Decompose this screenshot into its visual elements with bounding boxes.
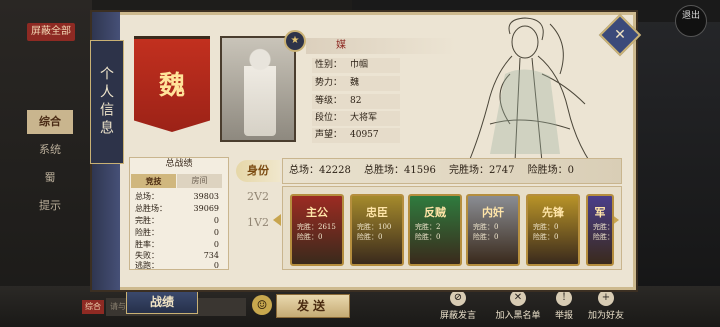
stat-row: 总胜场： 39069	[135, 204, 219, 213]
info-level: 等级： 82	[312, 94, 400, 109]
role-card[interactable]: 内奸完胜：0 险胜：0	[466, 194, 520, 266]
role-card-full-wins: 完胜：0	[593, 223, 614, 231]
exit-button[interactable]: 退出	[675, 5, 707, 37]
role-card-narrow-wins: 险胜：0	[297, 233, 323, 241]
summary-narrow-wins: 险胜场：0	[527, 165, 575, 176]
role-card-narrow-wins: 险胜：0	[533, 233, 559, 241]
role-card-full-wins: 完胜：0	[473, 223, 499, 231]
stat-row: 完胜： 0	[135, 216, 219, 225]
role-card-full-wins: 完胜：2615	[297, 223, 336, 231]
role-card-name: 主公	[306, 206, 328, 219]
role-card[interactable]: 先锋完胜：0 险胜：0	[526, 194, 580, 266]
info-prestige: 声望： 40957	[312, 128, 400, 143]
role-card-name: 内奸	[482, 206, 504, 219]
report-icon: !	[556, 290, 572, 306]
info-rank: 段位： 大将军	[312, 111, 400, 126]
role-card-narrow-wins: 险胜：0	[415, 233, 441, 241]
role-card-narrow-wins: 险胜：0	[593, 233, 614, 241]
hero-illustration	[469, 17, 591, 163]
panel-title: 个人信息	[90, 40, 124, 164]
record-button[interactable]: 战绩	[126, 290, 198, 314]
chat-tab-general[interactable]: 综合	[27, 110, 73, 134]
info-gender: 性别： 巾帼	[312, 58, 400, 73]
stat-row: 逃跑： 0	[135, 261, 219, 270]
role-card-narrow-wins: 险胜：0	[357, 233, 383, 241]
role-card-full-wins: 完胜：0	[533, 223, 559, 231]
background-left-panel	[0, 0, 92, 327]
stat-row: 胜率： 0	[135, 240, 219, 249]
summary-full-wins: 完胜场：2747	[449, 165, 515, 176]
role-card[interactable]: 忠臣完胜：100 险胜：0	[350, 194, 404, 266]
add-friend-icon: +	[598, 290, 614, 306]
chat-channel-tag[interactable]: 综合	[82, 300, 104, 314]
role-card-name: 反贼	[424, 206, 446, 219]
info-faction: 势力：魏	[312, 76, 400, 91]
block-icon: ⊘	[450, 290, 466, 306]
tab-competitive[interactable]: 竞技	[131, 174, 176, 188]
background-right-panel	[636, 0, 720, 327]
role-card-name: 忠臣	[366, 206, 388, 219]
avatar-portrait[interactable]	[220, 36, 296, 142]
block-speech-action[interactable]: ⊘ 屏蔽发言	[428, 290, 488, 324]
stat-row: 险胜： 0	[135, 228, 219, 237]
role-card[interactable]: 军完胜：0 险胜：0	[586, 194, 614, 266]
portrait-figure	[244, 46, 276, 136]
block-all-button[interactable]: 屏蔽全部	[27, 23, 75, 41]
faction-banner: 魏	[134, 36, 210, 132]
player-name: 媒	[306, 38, 456, 54]
blacklist-icon: ✕	[510, 290, 526, 306]
summary-wins: 总胜场：41596	[364, 165, 436, 176]
role-card-name: 军	[594, 206, 606, 219]
emoji-button[interactable]: ☺	[252, 295, 272, 315]
scroll-left-arrow-icon[interactable]	[273, 214, 281, 226]
role-card[interactable]: 反贼完胜：2 险胜：0	[408, 194, 462, 266]
tab-room[interactable]: 房间	[177, 174, 222, 188]
mode-tab-identity[interactable]: 身份	[236, 160, 280, 182]
stat-row: 总场： 39803	[135, 192, 219, 201]
portrait-badge-icon: ★	[284, 30, 306, 52]
summary-total: 总场：42228	[289, 165, 351, 176]
stats-title: 总战绩	[165, 159, 193, 169]
chat-tab-faction[interactable]: 蜀	[27, 166, 73, 190]
role-card-name: 先锋	[542, 206, 564, 219]
chat-tab-tips[interactable]: 提示	[27, 194, 73, 218]
stat-row: 失败： 734	[135, 251, 219, 260]
role-card-full-wins: 完胜：2	[415, 223, 441, 231]
role-card-narrow-wins: 险胜：0	[473, 233, 499, 241]
chat-tab-system[interactable]: 系统	[27, 138, 73, 162]
send-button[interactable]: 发送	[276, 294, 350, 318]
add-friend-action[interactable]: + 加为好友	[576, 290, 636, 324]
role-card-full-wins: 完胜：100	[357, 223, 392, 231]
role-card[interactable]: 主公完胜：2615 险胜：0	[290, 194, 344, 266]
summary-bar: 总场：42228 总胜场：41596 完胜场：2747 险胜场：0	[282, 158, 622, 184]
mode-tab-2v2[interactable]: 2V2	[236, 186, 280, 208]
